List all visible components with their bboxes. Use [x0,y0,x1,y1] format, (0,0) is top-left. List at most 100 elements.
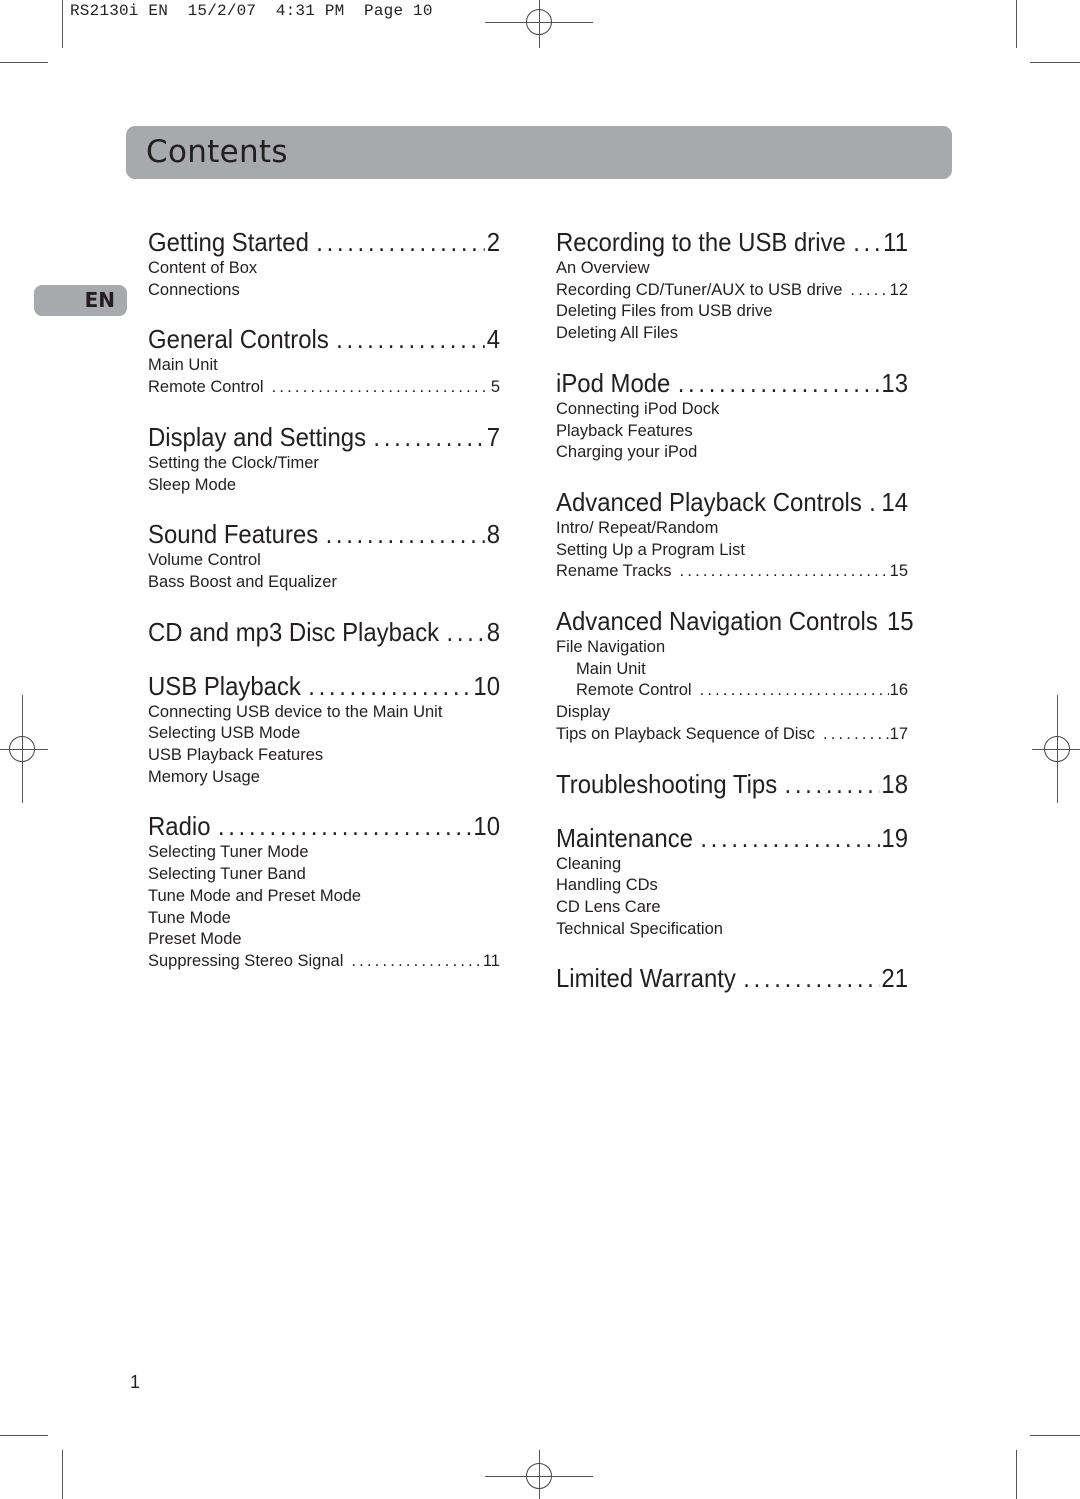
subitem-label: Content of Box [148,259,258,277]
section-title: Display and Settings [148,421,367,452]
dot-leader [218,810,472,842]
subitem-label: Intro/ Repeat/Random [556,518,719,537]
toc-section-heading[interactable]: Radio 10 [148,810,500,842]
toc-subitem[interactable]: Tune Mode and Preset Mode [148,886,500,908]
toc-subitem[interactable]: Sleep Mode [148,475,500,497]
toc-subitem[interactable]: USB Playback Features [148,745,500,767]
subitem-label: Deleting All Files [556,324,678,343]
toc-subitem[interactable]: Setting Up a Program List [556,540,908,562]
toc-subitem[interactable]: Cleaning [556,854,908,876]
toc-subitem[interactable]: Content of Box [148,258,500,280]
subitem-label: Technical Specification [556,919,723,938]
section-page: 8 [486,519,501,550]
subitem-page: 11 [482,951,500,970]
section-title: General Controls [148,324,329,355]
subitem-label: USB Playback Features [148,746,324,765]
toc-subitem[interactable]: File Navigation [556,637,908,659]
toc-subitem[interactable]: Tune Mode [148,908,500,930]
subitem-label: Tips on Playback Sequence of Disc [556,724,815,743]
toc-section-heading[interactable]: Getting Started 2 [148,226,500,258]
toc-section-heading[interactable]: Advanced Playback Controls 14 [556,486,908,518]
toc-subitem[interactable]: Memory Usage [148,767,500,789]
toc-section: Limited Warranty 21 [556,962,908,994]
toc-subitem[interactable]: Selecting Tuner Mode [148,842,500,864]
toc-subitem[interactable]: Preset Mode [148,929,500,951]
subitem-label: Sleep Mode [148,475,237,494]
dot-leader [336,323,485,355]
toc-section-heading[interactable]: Maintenance 19 [556,822,908,854]
contents-header: Contents [126,126,952,179]
toc-subitem[interactable]: Bass Boost and Equalizer [148,572,500,594]
subitem-page: 5 [490,378,500,397]
toc-subitem[interactable]: Charging your iPod [556,442,908,464]
section-title: Limited Warranty [556,963,736,994]
dot-leader [447,616,485,648]
subitem-label: Connections [148,280,240,299]
subitem-label: Playback Features [556,421,693,440]
toc-subitem[interactable]: Tips on Playback Sequence of Disc 17 [556,724,908,746]
subitem-label: Handling CDs [556,876,658,895]
toc-section: Radio 10 Selecting Tuner Mode Selecting Tun… [148,810,500,972]
toc-section-heading[interactable]: Display and Settings 7 [148,421,500,453]
section-title: Troubleshooting Tips [556,768,778,799]
dot-leader [700,822,879,854]
toc-subitem[interactable]: Setting the Clock/Timer [148,453,500,475]
section-page: 7 [486,421,501,452]
section-title: USB Playback [148,670,301,701]
subitem-label: Recording CD/Tuner/AUX to USB drive [556,280,843,299]
toc-subitem[interactable]: Remote Control 5 [148,377,500,399]
toc-subitem[interactable]: Connecting iPod Dock [556,399,908,421]
dot-leader [351,951,481,973]
crop-mark [1016,0,1017,48]
toc-subitem[interactable]: An Overview [556,258,908,280]
dot-leader [326,518,485,550]
toc-section-heading[interactable]: Recording to the USB drive 11 [556,226,908,258]
toc-subitem[interactable]: Connections [148,280,500,302]
toc-section-heading[interactable]: Advanced Navigation Controls 15 [556,605,914,637]
section-page: 10 [473,670,501,701]
toc-section: Getting Started 2 Content of Box Connection… [148,226,500,301]
subitem-label: Setting Up a Program List [556,540,745,559]
toc-section-heading[interactable]: Sound Features 8 [148,518,500,550]
subitem-label: Preset Mode [148,930,242,949]
dot-leader [869,486,879,518]
toc-subitem[interactable]: Remote Control 16 [556,680,908,702]
subitem-page: 17 [889,724,908,743]
toc-section-heading[interactable]: USB Playback 10 [148,670,500,702]
toc-section-heading[interactable]: Troubleshooting Tips 18 [556,768,908,800]
toc-subitem[interactable]: Intro/ Repeat/Random [556,518,908,540]
toc-subitem[interactable]: Selecting USB Mode [148,723,500,745]
toc-subitem[interactable]: Volume Control [148,550,500,572]
section-title: Advanced Navigation Controls [556,606,878,637]
toc-section: USB Playback 10 Connecting USB device to t… [148,670,500,789]
toc-subitem[interactable]: Display [556,702,908,724]
toc-subitem[interactable]: Deleting All Files [556,323,908,345]
toc-subitem[interactable]: Main Unit [556,659,908,681]
crop-mark [0,62,48,63]
toc-subitem[interactable]: Rename Tracks 15 [556,561,908,583]
dot-leader [853,226,881,258]
subitem-label: Setting the Clock/Timer [148,453,319,472]
toc-section: iPod Mode 13 Connecting iPod Dock Playback … [556,367,908,464]
toc-section-heading[interactable]: Limited Warranty 21 [556,962,908,994]
language-label: EN [84,288,115,312]
section-title: Maintenance [556,822,693,853]
toc-subitem[interactable]: CD Lens Care [556,897,908,919]
toc-section-heading[interactable]: iPod Mode 13 [556,367,908,399]
toc-left-column: Getting Started 2 Content of Box Connection… [148,226,500,973]
subitem-label: CD Lens Care [556,897,661,916]
toc-subitem[interactable]: Playback Features [556,421,908,443]
toc-section-heading[interactable]: General Controls 4 [148,323,500,355]
toc-subitem[interactable]: Deleting Files from USB drive [556,301,908,323]
toc-section: Advanced Playback Controls 14 Intro/ Repea… [556,486,908,583]
subitem-label: Selecting USB Mode [148,724,301,743]
toc-subitem[interactable]: Main Unit [148,355,500,377]
subitem-label: Suppressing Stereo Signal [148,951,344,970]
toc-subitem[interactable]: Suppressing Stereo Signal 11 [148,951,500,973]
toc-subitem[interactable]: Connecting USB device to the Main Unit [148,702,500,724]
toc-subitem[interactable]: Recording CD/Tuner/AUX to USB drive 12 [556,280,908,302]
toc-subitem[interactable]: Selecting Tuner Band [148,864,500,886]
toc-section-heading[interactable]: CD and mp3 Disc Playback 8 [148,616,500,648]
toc-subitem[interactable]: Technical Specification [556,919,908,941]
toc-subitem[interactable]: Handling CDs [556,875,908,897]
